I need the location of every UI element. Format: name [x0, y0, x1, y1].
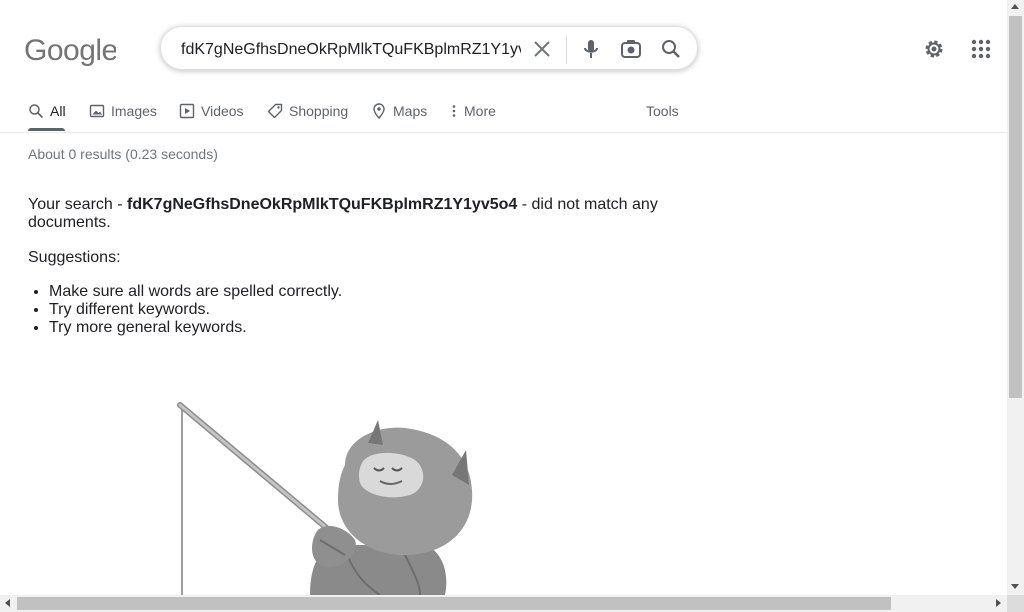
search-divider [566, 36, 567, 64]
no-results-message: Your search - fdK7gNeGfhsDneOkRpMlkTQuFK… [28, 196, 688, 232]
tab-images[interactable]: Images [89, 92, 157, 130]
tab-shopping[interactable]: Shopping [267, 92, 348, 130]
camera-lens-icon[interactable] [619, 37, 643, 61]
no-results-prefix: Your search - [28, 196, 128, 213]
tag-icon [267, 103, 283, 119]
fishing-monster-illustration [177, 402, 473, 595]
suggestion-item: Try more general keywords. [49, 319, 342, 337]
vertical-scrollbar[interactable] [1007, 0, 1024, 595]
tab-tools-label: Tools [646, 103, 679, 119]
suggestions-title: Suggestions: [28, 249, 121, 266]
tab-images-label: Images [111, 103, 157, 119]
scroll-up-arrow-icon[interactable] [1011, 4, 1019, 9]
scrollbar-corner [1007, 595, 1024, 612]
google-logo[interactable]: Google [24, 34, 116, 66]
video-play-icon [179, 103, 195, 119]
horizontal-scroll-thumb[interactable] [17, 597, 891, 610]
search-box[interactable]: fdK7gNeGfhsDneOkRpMlkTQuFKBplmRZ1Y1yv5o4 [160, 26, 698, 70]
horizontal-scrollbar[interactable] [0, 595, 1007, 612]
active-tab-indicator [28, 128, 65, 131]
map-pin-icon [373, 103, 385, 119]
image-icon [89, 104, 105, 118]
tab-videos-label: Videos [201, 103, 244, 119]
search-input[interactable]: fdK7gNeGfhsDneOkRpMlkTQuFKBplmRZ1Y1yv5o4 [181, 40, 521, 60]
more-vert-icon [452, 105, 456, 117]
svg-text:Google: Google [24, 34, 116, 66]
search-results-page: Google fdK7gNeGfhsDneOkRpMlkTQuFKBplmRZ1… [0, 0, 1007, 595]
vertical-scroll-thumb[interactable] [1009, 16, 1022, 398]
search-icon [29, 104, 44, 119]
tab-all-label: All [50, 103, 66, 119]
tab-more[interactable]: More [450, 92, 496, 130]
search-tabs: All Images Videos Shopping Maps More Too… [0, 92, 1007, 133]
tab-videos[interactable]: Videos [179, 92, 244, 130]
no-results-query: fdK7gNeGfhsDneOkRpMlkTQuFKBplmRZ1Y1yv5o4 [127, 196, 518, 213]
mic-icon[interactable] [579, 37, 603, 61]
tab-more-label: More [464, 103, 496, 119]
suggestions-list: Make sure all words are spelled correctl… [28, 283, 342, 337]
gear-icon[interactable] [922, 37, 946, 61]
tab-maps-label: Maps [393, 103, 428, 119]
result-stats: About 0 results (0.23 seconds) [28, 146, 218, 162]
clear-icon[interactable] [530, 37, 554, 61]
tab-maps[interactable]: Maps [371, 92, 427, 130]
tab-tools[interactable]: Tools [646, 92, 679, 130]
apps-grid-icon[interactable] [969, 37, 993, 61]
scroll-down-arrow-icon[interactable] [1011, 584, 1019, 589]
suggestion-item: Try different keywords. [49, 301, 342, 319]
search-icon[interactable] [659, 37, 683, 61]
scroll-right-arrow-icon[interactable] [996, 599, 1001, 607]
suggestion-item: Make sure all words are spelled correctl… [49, 283, 342, 301]
tab-shopping-label: Shopping [289, 103, 349, 119]
scroll-left-arrow-icon[interactable] [5, 599, 10, 607]
tab-all[interactable]: All [28, 92, 66, 130]
